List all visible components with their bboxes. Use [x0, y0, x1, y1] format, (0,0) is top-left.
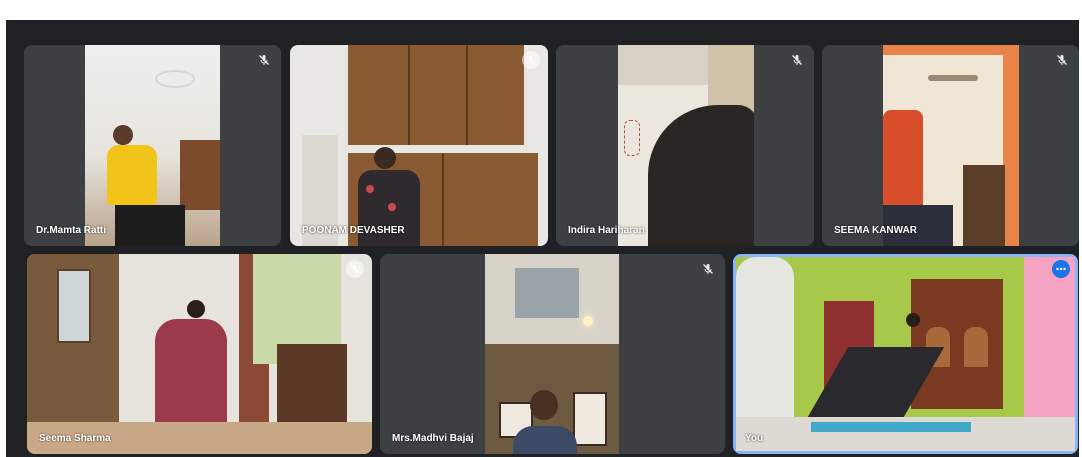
mic-off-icon: [699, 260, 717, 278]
participant-name: You: [745, 433, 764, 444]
more-options-icon[interactable]: [1052, 260, 1070, 278]
participant-name: SEEMA KANWAR: [834, 225, 917, 236]
video-feed: [290, 45, 548, 246]
video-feed: [27, 254, 372, 454]
participant-name: Mrs.Madhvi Bajaj: [392, 433, 474, 444]
video-feed: [85, 45, 220, 246]
participant-tile-self[interactable]: You: [733, 254, 1078, 454]
participant-tile[interactable]: Indira Hariharan: [556, 45, 814, 246]
mic-off-icon: [255, 51, 273, 69]
participant-tile[interactable]: SEEMA KANWAR: [822, 45, 1079, 246]
mic-off-icon: [1053, 51, 1071, 69]
participant-name: Indira Hariharan: [568, 225, 645, 236]
mic-off-icon: [346, 260, 364, 278]
participant-name: Seema Sharma: [39, 433, 111, 444]
participant-tile[interactable]: POONAM DEVASHER: [290, 45, 548, 246]
participant-name: POONAM DEVASHER: [302, 225, 405, 236]
participant-tile[interactable]: Mrs.Madhvi Bajaj: [380, 254, 725, 454]
participant-tile[interactable]: Dr.Mamta Ratti: [24, 45, 281, 246]
video-feed: [485, 254, 619, 454]
top-bar: [6, 12, 1079, 20]
mic-off-icon: [522, 51, 540, 69]
mic-off-icon: [788, 51, 806, 69]
participant-tile[interactable]: Seema Sharma: [27, 254, 372, 454]
video-feed: [736, 257, 1075, 451]
video-feed: [883, 45, 1019, 246]
video-feed: [618, 45, 754, 246]
participant-name: Dr.Mamta Ratti: [36, 225, 107, 236]
